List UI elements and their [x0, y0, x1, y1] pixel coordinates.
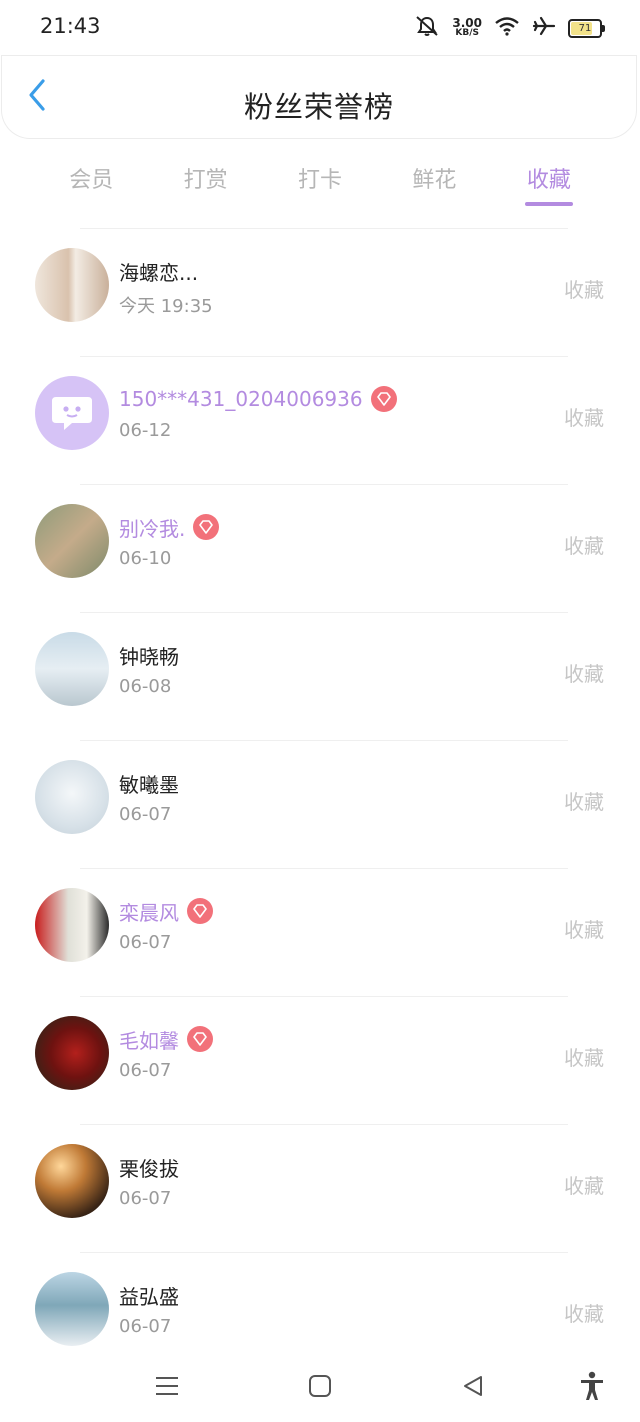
net-speed-unit: KB/S: [455, 28, 479, 38]
list-item[interactable]: 钟晓畅 06-08 收藏: [0, 612, 640, 740]
home-square-icon: [309, 1375, 331, 1397]
fan-date: 06-07: [119, 804, 172, 825]
fan-date: 06-07: [119, 1316, 172, 1337]
tab-favorites[interactable]: 收藏: [492, 152, 606, 212]
net-speed: 3.00 KB/S: [452, 16, 482, 38]
avatar[interactable]: [35, 248, 109, 322]
action-label: 收藏: [564, 790, 604, 814]
fan-name: 150***431_0204006936: [119, 387, 363, 411]
action-label: 收藏: [564, 1046, 604, 1070]
avatar[interactable]: [35, 1016, 109, 1090]
avatar[interactable]: [35, 632, 109, 706]
action-label: 收藏: [564, 534, 604, 558]
avatar[interactable]: [35, 888, 109, 962]
system-nav-bar: [0, 1352, 640, 1422]
diamond-badge-icon: [187, 1026, 213, 1052]
page-title: 粉丝荣誉榜: [243, 90, 394, 124]
app-header: 粉丝荣誉榜: [2, 56, 636, 138]
list-item[interactable]: 别冷我. 06-10 收藏: [0, 484, 640, 612]
action-label: 收藏: [564, 662, 604, 686]
fan-date: 06-07: [119, 1060, 172, 1081]
avatar[interactable]: [35, 1272, 109, 1346]
battery-icon: 71: [568, 18, 605, 38]
avatar[interactable]: [35, 1144, 109, 1218]
tab-members[interactable]: 会员: [34, 152, 148, 212]
status-time: 21:43: [40, 14, 101, 38]
action-label: 收藏: [564, 278, 604, 302]
fan-name: 别冷我.: [119, 516, 186, 541]
list-item[interactable]: 栾晨风 06-07 收藏: [0, 868, 640, 996]
diamond-badge-icon: [193, 514, 220, 540]
list-item[interactable]: 敏曦墨 06-07 收藏: [0, 740, 640, 868]
fan-name: 益弘盛: [119, 1284, 179, 1309]
fan-date: 06-07: [119, 932, 172, 953]
tab-bar: 会员 打赏 打卡 鲜花 收藏: [34, 152, 606, 212]
fan-name: 毛如馨: [119, 1028, 179, 1053]
fan-name: 钟晓畅: [119, 644, 179, 669]
avatar[interactable]: [35, 504, 109, 578]
list-item[interactable]: 海螺恋... 今天 19:35 收藏: [0, 228, 640, 356]
accessibility-button[interactable]: [574, 1368, 610, 1404]
fan-name: 海螺恋...: [119, 260, 199, 285]
list-item[interactable]: 栗俊拔 06-07 收藏: [0, 1124, 640, 1252]
list-item[interactable]: 毛如馨 06-07 收藏: [0, 996, 640, 1124]
chat-bubble-icon: [52, 397, 92, 430]
back-triangle-icon: [464, 1376, 482, 1396]
fan-name: 敏曦墨: [119, 772, 179, 797]
airplane-icon: [532, 15, 556, 42]
menu-button[interactable]: [149, 1368, 185, 1404]
avatar[interactable]: [35, 760, 109, 834]
list-item[interactable]: 150***431_0204006936 06-12 收藏: [0, 356, 640, 484]
wifi-icon: [494, 16, 520, 41]
back-nav-button[interactable]: [455, 1368, 491, 1404]
diamond-badge-icon: [187, 898, 213, 924]
action-label: 收藏: [564, 918, 604, 942]
accessibility-icon: [581, 1371, 603, 1400]
fan-name: 栗俊拔: [119, 1156, 179, 1181]
tab-flowers[interactable]: 鲜花: [377, 152, 491, 212]
avatar[interactable]: [35, 376, 109, 450]
fan-date: 06-08: [119, 676, 172, 697]
fan-date: 今天 19:35: [119, 296, 213, 317]
fan-date: 06-12: [119, 420, 172, 441]
diamond-badge-icon: [370, 386, 397, 412]
tab-checkin[interactable]: 打卡: [263, 152, 377, 212]
status-icons: 3.00 KB/S 71: [414, 14, 605, 42]
net-speed-value: 3.00: [452, 16, 482, 30]
fan-list: 海螺恋... 今天 19:35 收藏 150***431_0204006936 …: [0, 228, 640, 1380]
home-button[interactable]: [302, 1368, 338, 1404]
action-label: 收藏: [564, 406, 604, 430]
status-bar: 21:43 3.00 KB/S 71: [0, 0, 640, 56]
menu-icon: [156, 1377, 178, 1395]
battery-level: 71: [578, 22, 592, 34]
action-label: 收藏: [564, 1174, 604, 1198]
tab-rewards[interactable]: 打赏: [148, 152, 262, 212]
fan-name: 栾晨风: [119, 900, 179, 925]
action-label: 收藏: [564, 1302, 604, 1326]
fan-date: 06-07: [119, 1188, 172, 1209]
mute-icon: [414, 15, 440, 42]
fan-date: 06-10: [119, 548, 172, 569]
